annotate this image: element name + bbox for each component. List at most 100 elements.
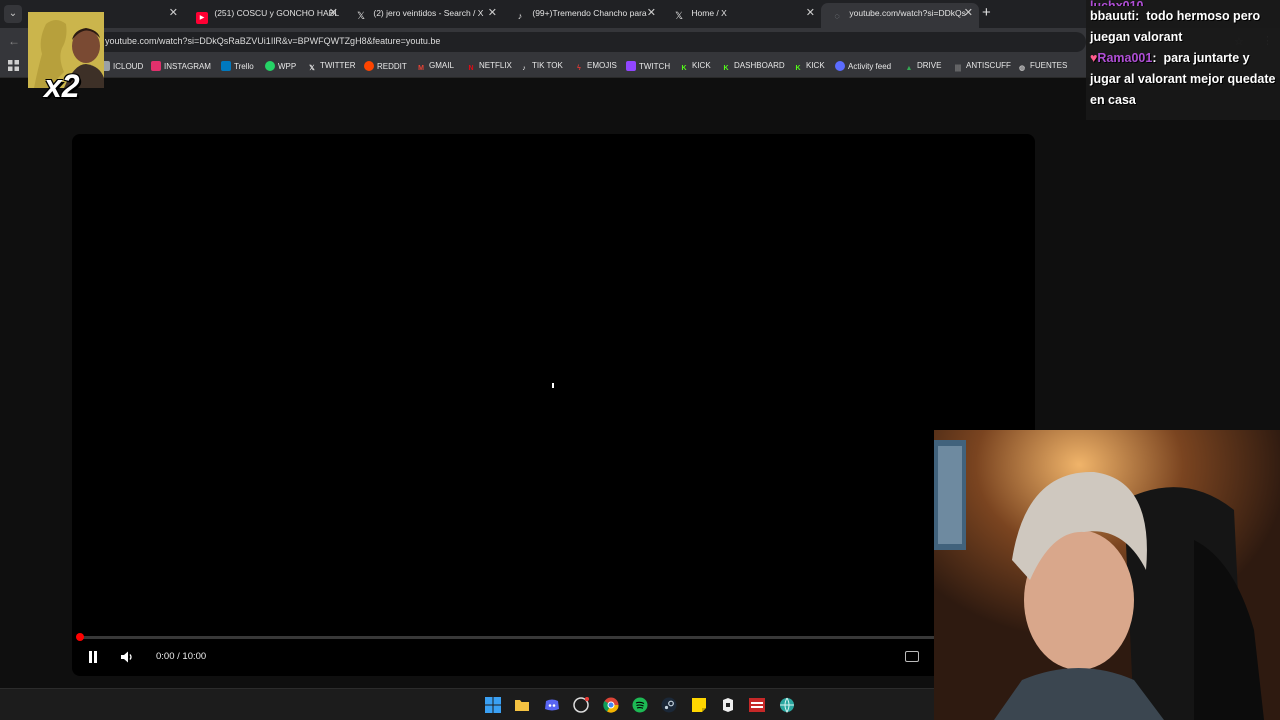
- bookmark-label: ICLOUD: [113, 62, 144, 71]
- reddit-icon: [364, 61, 374, 71]
- bookmark-label: KICK: [692, 61, 711, 70]
- subtitles-icon[interactable]: [905, 651, 919, 662]
- tab-tiktok[interactable]: ♪ (99+)Tremendo Chancho para ✕: [504, 3, 662, 28]
- bookmark-dashboard[interactable]: K DASHBOARD: [721, 61, 785, 74]
- windows-start-icon[interactable]: [485, 697, 501, 713]
- bookmark-label: INSTAGRAM: [164, 62, 211, 71]
- bookmark-label: TWITCH: [639, 62, 671, 71]
- chat-username: Rama001: [1097, 51, 1153, 65]
- app-icon[interactable]: [749, 697, 765, 713]
- x-logo-icon: 𝕏: [674, 11, 684, 22]
- bookmark-kick-2[interactable]: K KICK: [793, 61, 825, 74]
- close-tab-icon[interactable]: ✕: [329, 3, 338, 24]
- close-tab-icon[interactable]: ✕: [488, 3, 497, 24]
- stream-chat: luchx010 bbauuti: todo hermoso pero jueg…: [1086, 0, 1280, 120]
- bookmark-antiscuff[interactable]: ||| ANTISCUFF: [953, 61, 1011, 74]
- globe-icon: ◍: [1018, 65, 1026, 72]
- x-logo-icon: 𝕏: [309, 65, 315, 72]
- bookmark-twitter[interactable]: 𝕏 TWITTER: [307, 61, 356, 74]
- scrubber-handle[interactable]: [76, 633, 84, 641]
- whatsapp-icon: [265, 61, 275, 71]
- bookmark-fuentes[interactable]: ◍ FUENTES: [1017, 61, 1067, 74]
- tab-title: (99+)Tremendo Chancho para: [532, 8, 647, 18]
- lightning-icon: ϟ: [577, 65, 581, 72]
- obs-icon[interactable]: [573, 697, 589, 713]
- apps-grid-icon[interactable]: [8, 60, 19, 71]
- tiktok-icon: ♪: [517, 11, 523, 21]
- bookmark-wpp[interactable]: WPP: [265, 61, 296, 71]
- tab-title: youtube.com/watch?si=DDkQs: [849, 8, 966, 18]
- bookmark-drive[interactable]: ▲ DRIVE: [904, 61, 942, 74]
- tab-title: Home / X: [691, 8, 727, 18]
- tab-search-chevron-icon[interactable]: ⌄: [4, 5, 22, 23]
- bookmark-icloud[interactable]: ICLOUD: [100, 61, 143, 71]
- chat-message: bbauuti: todo hermoso pero juegan valora…: [1090, 9, 1261, 44]
- url-text[interactable]: youtube.com/watch?si=DDkQsRaBZVUi1IlR&v=…: [105, 36, 440, 46]
- gmail-icon: M: [418, 65, 424, 72]
- chrome-icon[interactable]: [603, 697, 619, 713]
- bookmark-emojis[interactable]: ϟ EMOJIS: [574, 61, 617, 74]
- tab-x-search[interactable]: 𝕏 (2) jero veintidos - Search / X ✕: [345, 3, 503, 28]
- bookmark-label: REDDIT: [377, 62, 407, 71]
- volume-icon[interactable]: [120, 650, 134, 664]
- address-bar[interactable]: youtube.com/watch?si=DDkQsRaBZVUi1IlR&v=…: [96, 32, 1086, 52]
- page-icon: ◌: [834, 11, 840, 21]
- bookmark-label: TWITTER: [320, 61, 356, 70]
- spotify-icon[interactable]: [632, 697, 648, 713]
- kick-icon: K: [795, 65, 801, 72]
- close-tab-icon[interactable]: ✕: [806, 3, 815, 24]
- progress-bar[interactable]: [80, 636, 1027, 639]
- emote-multiplier: x2: [44, 68, 80, 104]
- kick-icon: K: [723, 65, 729, 72]
- bookmark-activity-feed[interactable]: Activity feed: [835, 61, 891, 71]
- activity-icon: [835, 61, 845, 71]
- trello-icon: [221, 61, 231, 71]
- tab-x-home[interactable]: 𝕏 Home / X ✕: [663, 3, 821, 28]
- bookmark-netflix[interactable]: N NETFLIX: [466, 61, 511, 74]
- file-explorer-icon[interactable]: [514, 697, 530, 713]
- bookmark-label: EMOJIS: [587, 61, 617, 70]
- bookmark-label: GMAIL: [429, 61, 454, 70]
- kick-icon: K: [681, 65, 687, 72]
- tab-title: (251) COSCU y GONCHO HABL: [214, 8, 340, 18]
- bookmark-kick[interactable]: K KICK: [679, 61, 711, 74]
- instagram-icon: [151, 61, 161, 71]
- bookmark-label: WPP: [278, 62, 297, 71]
- discord-icon[interactable]: [544, 697, 560, 713]
- video-player[interactable]: 0:00 / 10:00: [72, 134, 1035, 676]
- webcam-feed: [934, 430, 1280, 720]
- bookmark-tiktok[interactable]: ♪ TIK TOK: [519, 61, 563, 74]
- sticky-notes-icon[interactable]: [691, 697, 707, 713]
- bookmark-twitch[interactable]: TWITCH: [626, 61, 670, 71]
- bookmark-label: TIK TOK: [532, 61, 563, 70]
- game-launcher-icon[interactable]: [720, 697, 736, 713]
- chat-username: bbauuti: [1090, 9, 1136, 23]
- bookmark-label: ANTISCUFF: [966, 61, 1011, 70]
- network-icon[interactable]: [779, 697, 795, 713]
- drive-icon: ▲: [905, 65, 913, 72]
- x-logo-icon: 𝕏: [356, 11, 366, 22]
- close-tab-icon[interactable]: ✕: [169, 3, 178, 24]
- tab-youtube-active[interactable]: ◌ youtube.com/watch?si=DDkQs ✕: [821, 3, 979, 28]
- bookmark-reddit[interactable]: REDDIT: [364, 61, 407, 71]
- bookmark-trello[interactable]: Trello: [221, 61, 254, 71]
- new-tab-button[interactable]: +: [982, 4, 991, 21]
- mouse-cursor: [552, 383, 554, 388]
- bookmark-instagram[interactable]: INSTAGRAM: [151, 61, 211, 71]
- bookmark-label: FUENTES: [1030, 61, 1068, 70]
- bookmark-gmail[interactable]: M GMAIL: [416, 61, 454, 74]
- webcam-image: [934, 430, 1280, 720]
- time-display: 0:00 / 10:00: [156, 651, 207, 662]
- taskbar: [0, 688, 934, 720]
- tab-youtube-coscu[interactable]: ▶ (251) COSCU y GONCHO HABL ✕: [186, 3, 344, 28]
- close-tab-icon[interactable]: ✕: [964, 3, 973, 24]
- back-arrow-icon[interactable]: ←: [8, 34, 20, 48]
- steam-icon[interactable]: [661, 697, 677, 713]
- chat-message: ♥Rama001: para juntarte y jugar al valor…: [1090, 51, 1276, 107]
- bookmark-label: DASHBOARD: [734, 61, 785, 70]
- bookmark-label: KICK: [806, 61, 825, 70]
- tab-title: (2) jero veintidos - Search / X: [373, 8, 484, 18]
- youtube-icon: ▶: [196, 12, 208, 24]
- pause-icon[interactable]: [88, 651, 98, 663]
- close-tab-icon[interactable]: ✕: [647, 3, 656, 24]
